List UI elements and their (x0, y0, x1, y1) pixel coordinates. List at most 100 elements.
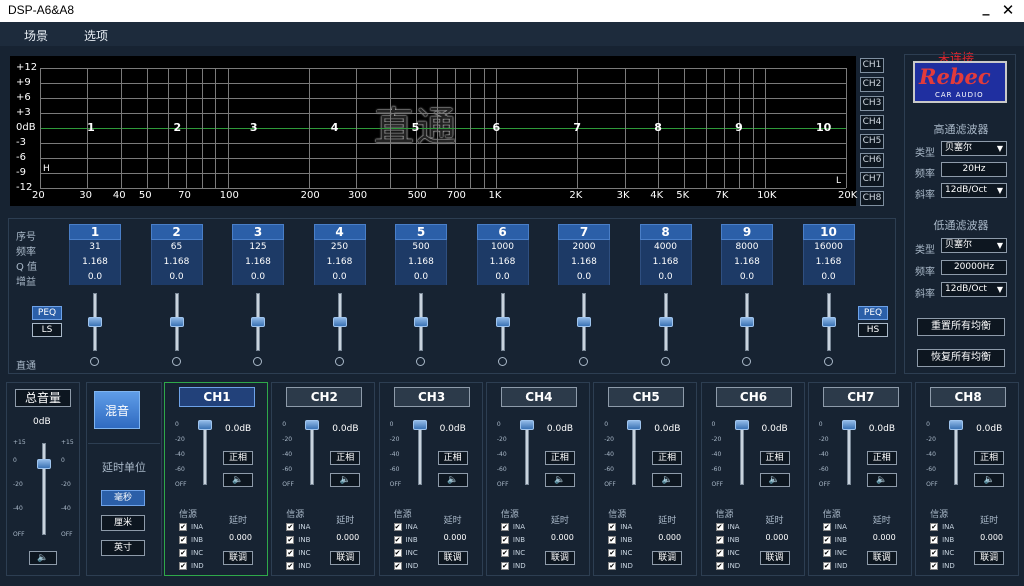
link-button[interactable]: 联调 (330, 551, 361, 565)
channel-title[interactable]: CH2 (286, 387, 363, 407)
delay-value[interactable]: 0.000 (551, 533, 574, 542)
input-checkbox[interactable]: ✔ (500, 562, 509, 570)
channel-mute-button[interactable]: 🔈 (544, 473, 575, 487)
link-button[interactable]: 联调 (652, 551, 683, 565)
input-checkbox[interactable]: ✔ (715, 536, 724, 544)
slider-knob[interactable] (841, 420, 856, 430)
band-freq[interactable]: 65 (150, 240, 203, 255)
input-checkbox[interactable]: ✔ (822, 523, 831, 531)
unit-cm-button[interactable]: 厘米 (101, 515, 145, 531)
input-checkbox[interactable]: ✔ (393, 562, 402, 570)
delay-value[interactable]: 0.000 (336, 533, 359, 542)
input-checkbox[interactable]: ✔ (179, 523, 187, 531)
slider-knob[interactable] (169, 317, 184, 327)
slider-knob[interactable] (88, 317, 102, 327)
band-freq[interactable]: 16000 (802, 240, 855, 255)
right-peq-button[interactable]: PEQ (858, 306, 888, 320)
band-gain[interactable]: 0.0 (150, 270, 203, 285)
hp-type-select[interactable]: 贝塞尔 ▼ (941, 141, 1007, 156)
input-checkbox[interactable]: ✔ (930, 523, 939, 531)
channel-gain-slider[interactable] (846, 425, 851, 485)
band-q[interactable]: 1.168 (232, 255, 284, 270)
band-index[interactable]: 9 (721, 224, 773, 240)
band-bypass-radio[interactable] (416, 357, 425, 366)
reset-all-eq-button[interactable]: 重置所有均衡 (917, 318, 1005, 336)
band-marker[interactable]: 6 (492, 121, 500, 134)
input-checkbox[interactable]: ✔ (393, 536, 402, 544)
input-checkbox[interactable]: ✔ (286, 536, 295, 544)
slider-knob[interactable] (251, 317, 265, 327)
input-checkbox[interactable]: ✔ (500, 523, 509, 531)
band-marker[interactable]: 4 (331, 121, 339, 134)
phase-button[interactable]: 正相 (544, 451, 575, 465)
channel-title[interactable]: CH3 (393, 387, 470, 407)
input-checkbox[interactable]: ✔ (608, 536, 617, 544)
phase-button[interactable]: 正相 (437, 451, 468, 465)
input-checkbox[interactable]: ✔ (393, 549, 402, 557)
mix-button[interactable]: 混音 (94, 391, 140, 429)
channel-title[interactable]: CH4 (500, 387, 577, 407)
slider-knob[interactable] (305, 420, 320, 430)
band-index[interactable]: 10 (802, 224, 855, 240)
phase-button[interactable]: 正相 (330, 451, 361, 465)
input-checkbox[interactable]: ✔ (500, 549, 509, 557)
band-q[interactable]: 1.168 (150, 255, 203, 270)
band-q[interactable]: 1.168 (802, 255, 855, 270)
band-gain[interactable]: 0.0 (476, 270, 529, 285)
band-q[interactable]: 1.168 (69, 255, 121, 270)
band-marker[interactable]: 8 (654, 121, 662, 134)
band-bypass-radio[interactable] (334, 357, 344, 366)
band-bypass-radio[interactable] (171, 357, 181, 366)
input-checkbox[interactable]: ✔ (286, 549, 295, 557)
input-checkbox[interactable]: ✔ (286, 562, 295, 570)
phase-button[interactable]: 正相 (974, 451, 1005, 465)
slider-knob[interactable] (821, 317, 836, 327)
band-q[interactable]: 1.168 (476, 255, 529, 270)
channel-mute-button[interactable]: 🔈 (437, 473, 468, 487)
channel-select-ch2[interactable]: CH2 (860, 77, 884, 92)
slider-knob[interactable] (332, 317, 347, 327)
band-index[interactable]: 3 (232, 224, 284, 240)
band-freq[interactable]: 8000 (721, 240, 773, 255)
hs-button[interactable]: HS (858, 323, 888, 337)
input-checkbox[interactable]: ✔ (930, 562, 939, 570)
band-freq[interactable]: 2000 (558, 240, 610, 255)
channel-gain-slider[interactable] (310, 425, 315, 485)
link-button[interactable]: 联调 (759, 551, 790, 565)
band-freq[interactable]: 125 (232, 240, 284, 255)
band-freq[interactable]: 250 (313, 240, 366, 255)
band-bypass-radio[interactable] (660, 357, 670, 366)
band-bypass-radio[interactable] (579, 357, 588, 366)
highpass-marker[interactable]: H (43, 164, 50, 174)
band-q[interactable]: 1.168 (313, 255, 366, 270)
phase-button[interactable]: 正相 (866, 451, 897, 465)
band-index[interactable]: 6 (476, 224, 529, 240)
band-gain[interactable]: 0.0 (69, 270, 121, 285)
unit-inch-button[interactable]: 英寸 (101, 540, 145, 556)
band-marker[interactable]: 9 (735, 121, 743, 134)
band-index[interactable]: 7 (558, 224, 610, 240)
band-index[interactable]: 8 (639, 224, 692, 240)
input-checkbox[interactable]: ✔ (608, 549, 617, 557)
input-checkbox[interactable]: ✔ (286, 523, 295, 531)
input-checkbox[interactable]: ✔ (608, 562, 617, 570)
lp-type-select[interactable]: 贝塞尔 ▼ (941, 238, 1007, 253)
lp-freq-input[interactable]: 20000Hz (941, 260, 1007, 275)
input-checkbox[interactable]: ✔ (715, 549, 724, 557)
channel-gain-slider[interactable] (739, 425, 744, 485)
band-index[interactable]: 2 (150, 224, 203, 240)
input-checkbox[interactable]: ✔ (930, 536, 939, 544)
band-bypass-radio[interactable] (497, 357, 507, 366)
channel-mute-button[interactable]: 🔈 (974, 473, 1005, 487)
input-checkbox[interactable]: ✔ (715, 562, 724, 570)
master-volume-slider[interactable] (42, 443, 46, 535)
slider-knob[interactable] (577, 317, 591, 327)
channel-select-ch6[interactable]: CH6 (860, 153, 884, 168)
phase-button[interactable]: 正相 (652, 451, 683, 465)
phase-button[interactable]: 正相 (223, 451, 253, 465)
input-checkbox[interactable]: ✔ (393, 523, 402, 531)
band-gain[interactable]: 0.0 (802, 270, 855, 285)
link-button[interactable]: 联调 (544, 551, 575, 565)
band-q[interactable]: 1.168 (395, 255, 447, 270)
channel-select-ch7[interactable]: CH7 (860, 172, 884, 187)
